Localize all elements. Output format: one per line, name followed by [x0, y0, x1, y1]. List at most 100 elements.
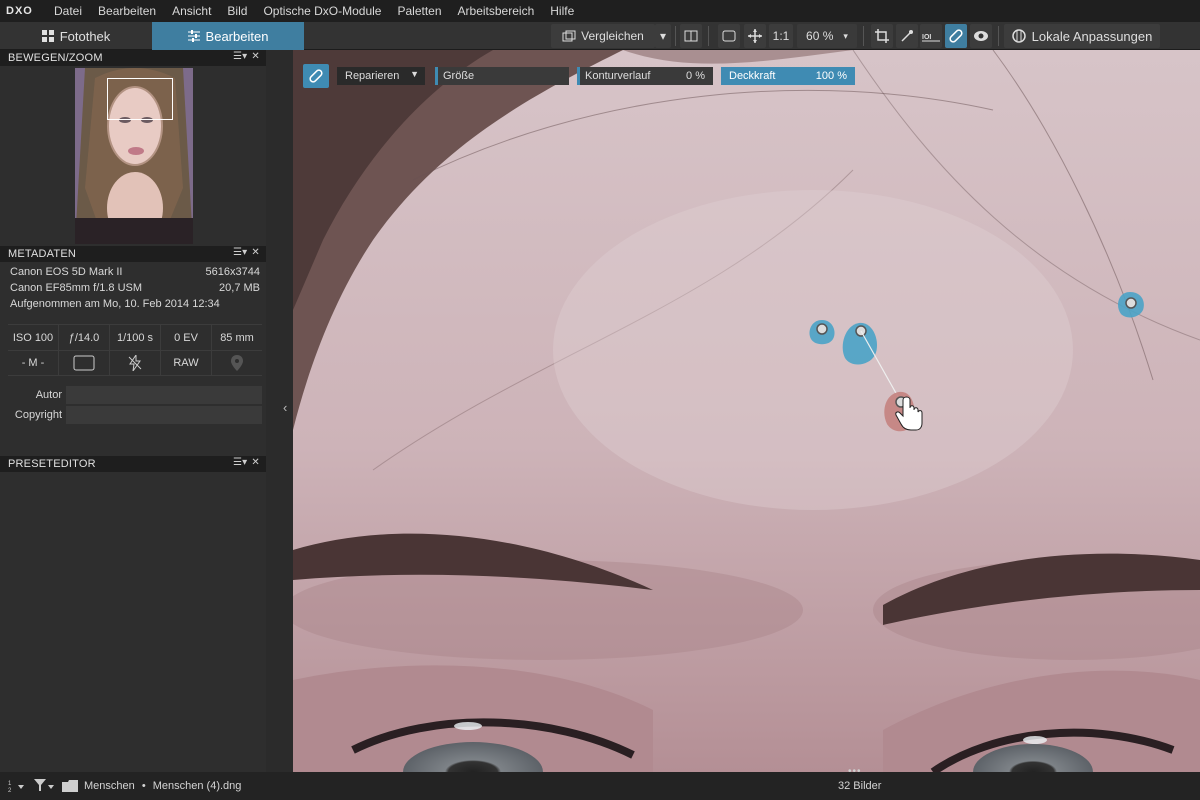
close-icon[interactable]: ✕: [251, 51, 260, 62]
chevron-down-icon: ▾: [843, 30, 848, 41]
exif-row: ISO 100 ƒ/14.0 1/100 s 0 EV 85 mm: [8, 324, 262, 350]
drag-handle[interactable]: •••: [848, 766, 862, 777]
lens-model: Canon EF85mm f/1.8 USM: [10, 282, 143, 294]
camera-model: Canon EOS 5D Mark II: [10, 266, 123, 278]
menu-optische-module[interactable]: Optische DxO-Module: [255, 4, 389, 18]
navzoom-header: BEWEGEN/ZOOM ☰▾ ✕: [0, 50, 266, 66]
local-adjustments-label: Lokale Anpassungen: [1031, 28, 1153, 44]
capture-date: Aufgenommen am Mo, 10. Feb 2014 12:34: [10, 298, 220, 310]
menu-hilfe[interactable]: Hilfe: [542, 4, 582, 18]
contour-slider-fill: [577, 67, 580, 85]
file-size: 20,7 MB: [219, 282, 260, 294]
menu-bearbeiten[interactable]: Bearbeiten: [90, 4, 164, 18]
exposure-mode: - M -: [8, 351, 59, 375]
collapse-panel-icon[interactable]: ‹: [283, 400, 287, 415]
app-logo: DXO: [6, 5, 33, 17]
move-icon: [748, 29, 762, 43]
move-button[interactable]: [744, 24, 766, 48]
crop-button[interactable]: [871, 24, 893, 48]
opacity-label: Deckkraft: [729, 70, 776, 82]
svg-text:IOI: IOI: [922, 34, 931, 41]
metering-icon: [73, 355, 95, 371]
grid-icon: [41, 30, 54, 42]
tab-bearbeiten[interactable]: Bearbeiten: [152, 22, 304, 50]
toolbar-divider: [708, 26, 709, 46]
close-icon[interactable]: ✕: [251, 457, 260, 468]
panel-menu-icon[interactable]: ☰▾: [233, 457, 247, 468]
metadata-header: METADATEN ☰▾ ✕: [0, 246, 266, 262]
eyedropper-button[interactable]: [896, 24, 918, 48]
navzoom-title: BEWEGEN/ZOOM: [8, 52, 103, 64]
repair-tool-button[interactable]: [945, 24, 967, 48]
image-count: 32 Bilder: [838, 780, 882, 792]
menu-bar: DXO Datei Bearbeiten Ansicht Bild Optisc…: [0, 0, 1200, 22]
tab-bearbeiten-label: Bearbeiten: [205, 28, 269, 44]
menu-paletten[interactable]: Paletten: [389, 4, 449, 18]
exif-exposure: 0 EV: [161, 325, 212, 350]
contour-slider[interactable]: Konturverlauf 0 %: [577, 67, 713, 85]
preset-title: PRESETEDITOR: [8, 458, 96, 470]
repair-source-spot[interactable]: [1118, 292, 1144, 318]
metadata-title: METADATEN: [8, 248, 77, 260]
split-view-button[interactable]: [680, 24, 702, 48]
repair-mode-select[interactable]: Reparieren ▼: [337, 67, 425, 85]
split-view-icon: [684, 30, 698, 42]
tab-fotothek[interactable]: Fotothek: [0, 22, 152, 50]
image-dimensions: 5616x3744: [205, 266, 260, 278]
exif-iso: ISO 100: [8, 325, 59, 350]
location-pin-icon: [231, 355, 243, 371]
repair-source-spot[interactable]: [809, 320, 835, 345]
chevron-down-icon: ▼: [410, 69, 419, 79]
eyedropper-icon: [901, 30, 913, 42]
menu-ansicht[interactable]: Ansicht: [164, 4, 219, 18]
compare-dropdown[interactable]: ▾: [655, 24, 671, 48]
fit-window-button[interactable]: [718, 24, 740, 48]
eye-icon: [974, 31, 988, 41]
horizon-icon: IOI: [922, 34, 940, 42]
local-adjustments-button[interactable]: Lokale Anpassungen: [1004, 24, 1160, 48]
size-slider[interactable]: Größe: [435, 67, 569, 85]
menu-bild[interactable]: Bild: [219, 4, 255, 18]
compare-button[interactable]: Vergleichen: [551, 24, 655, 48]
copyright-field[interactable]: [66, 406, 262, 424]
author-label: Autor: [35, 389, 62, 401]
exif-icon-row: - M - RAW: [8, 350, 262, 376]
compare-icon: [562, 30, 576, 42]
metadata-panel: Canon EOS 5D Mark II 5616x3744 Canon EF8…: [0, 262, 266, 452]
navigator-thumbnail[interactable]: [75, 68, 193, 244]
folder-name: Menschen: [84, 780, 135, 792]
sliders-icon: [187, 30, 200, 42]
toolbar-divider: [998, 26, 999, 46]
file-format: RAW: [161, 351, 212, 375]
zoom-value: 60 %: [806, 29, 834, 43]
file-name: Menschen (4).dng: [152, 780, 242, 792]
bandage-icon: [949, 29, 963, 43]
zoom-frame[interactable]: [107, 78, 173, 120]
opacity-slider[interactable]: Deckkraft 100 %: [721, 67, 855, 85]
opacity-value: 100 %: [815, 70, 847, 82]
local-adjust-icon: [1011, 29, 1026, 43]
author-field[interactable]: [66, 386, 262, 404]
left-sidebar: BEWEGEN/ZOOM ☰▾ ✕ METADATEN ☰▾ ✕ Canon EOS…: [0, 50, 266, 772]
crop-icon: [875, 29, 889, 43]
navzoom-panel: [0, 66, 266, 246]
close-icon[interactable]: ✕: [251, 247, 260, 258]
zoom-100-button[interactable]: 1:1: [769, 24, 793, 48]
horizon-button[interactable]: IOI: [920, 24, 942, 48]
toolbar-divider: [863, 26, 864, 46]
sort-icon[interactable]: 12: [8, 779, 28, 793]
flash-off-icon: [128, 355, 142, 371]
repair-tool-toggle[interactable]: [303, 64, 329, 88]
zoom-select[interactable]: 60 % ▾: [797, 24, 857, 48]
panel-menu-icon[interactable]: ☰▾: [233, 51, 247, 62]
preview-button[interactable]: [970, 24, 992, 48]
copyright-label: Copyright: [14, 409, 62, 421]
bandage-icon: [309, 69, 323, 83]
panel-menu-icon[interactable]: ☰▾: [233, 247, 247, 258]
contour-value: 0 %: [686, 70, 705, 82]
main-toolbar: Fotothek Bearbeiten Vergleichen ▾ 1:1 60…: [0, 22, 1200, 50]
menu-datei[interactable]: Datei: [46, 4, 90, 18]
menu-arbeitsbereich[interactable]: Arbeitsbereich: [450, 4, 543, 18]
image-viewer[interactable]: Reparieren ▼ Größe Konturverlauf 0 % Dec…: [293, 50, 1200, 772]
filter-icon[interactable]: [34, 779, 56, 793]
